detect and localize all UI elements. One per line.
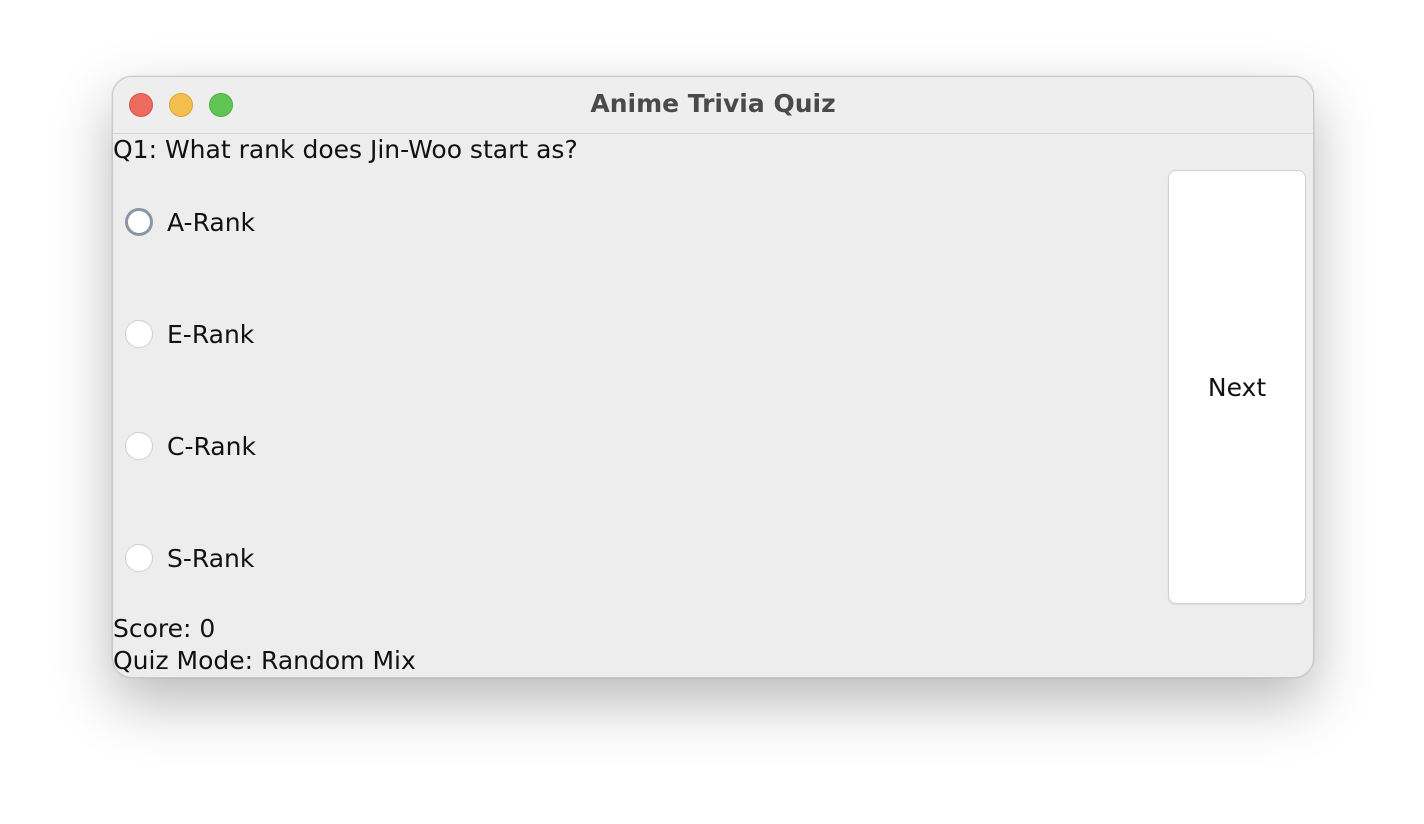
option-label[interactable]: C-Rank: [167, 432, 256, 461]
question-text: Q1: What rank does Jin-Woo start as?: [113, 135, 578, 164]
radio-button-icon[interactable]: [125, 208, 153, 236]
radio-button-icon[interactable]: [125, 432, 153, 460]
score-label: Score: 0: [113, 614, 216, 643]
quiz-mode-label: Quiz Mode: Random Mix: [113, 646, 416, 675]
title-bar: Anime Trivia Quiz: [113, 77, 1313, 134]
option-e-rank[interactable]: E-Rank: [125, 318, 254, 350]
option-label[interactable]: E-Rank: [167, 320, 254, 349]
option-a-rank[interactable]: A-Rank: [125, 206, 255, 238]
option-label[interactable]: S-Rank: [167, 544, 254, 573]
window-title: Anime Trivia Quiz: [590, 89, 836, 118]
option-c-rank[interactable]: C-Rank: [125, 430, 256, 462]
radio-button-icon[interactable]: [125, 544, 153, 572]
quiz-window: Anime Trivia Quiz Q1: What rank does Jin…: [112, 76, 1314, 678]
next-button[interactable]: Next: [1168, 170, 1306, 604]
radio-button-icon[interactable]: [125, 320, 153, 348]
option-label[interactable]: A-Rank: [167, 208, 255, 237]
option-s-rank[interactable]: S-Rank: [125, 542, 254, 574]
